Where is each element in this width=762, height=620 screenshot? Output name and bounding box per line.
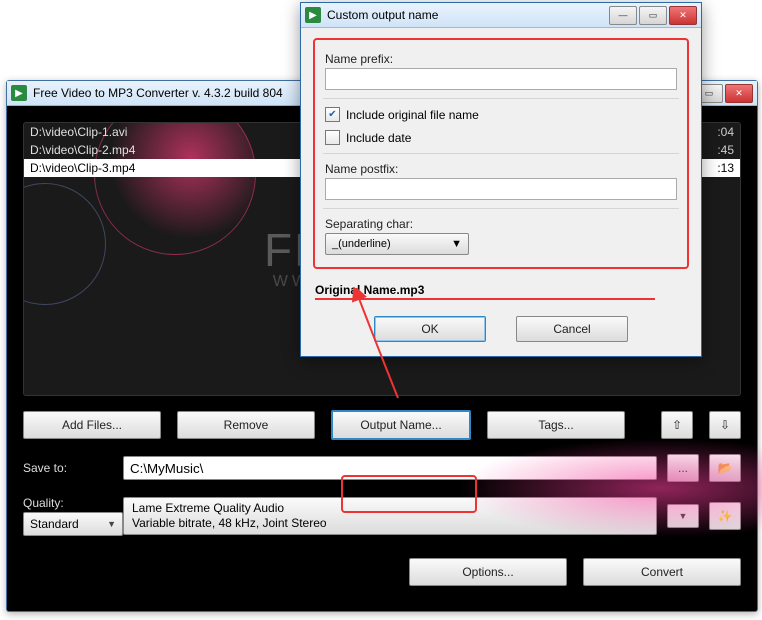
save-to-label: Save to: <box>23 461 113 475</box>
add-files-button[interactable]: Add Files... <box>23 411 161 439</box>
browse-button[interactable]: ... <box>667 454 699 482</box>
quality-label: Quality: <box>23 496 64 510</box>
quality-preset-select[interactable]: Standard▼ <box>23 512 123 536</box>
dialog-title: Custom output name <box>327 8 609 22</box>
remove-button[interactable]: Remove <box>177 411 315 439</box>
checkbox-icon: ✔ <box>325 107 340 122</box>
include-original-checkbox[interactable]: ✔ Include original file name <box>325 107 677 122</box>
output-name-preview: Original Name.mp3 <box>315 283 655 300</box>
save-to-input[interactable] <box>123 456 657 480</box>
convert-button[interactable]: Convert <box>583 558 741 586</box>
checkbox-icon <box>325 130 340 145</box>
name-prefix-input[interactable] <box>325 68 677 90</box>
dialog-maximize-button[interactable]: ▭ <box>639 6 667 25</box>
close-button[interactable]: ✕ <box>725 84 753 103</box>
options-button[interactable]: Options... <box>409 558 567 586</box>
output-name-button[interactable]: Output Name... <box>331 410 471 440</box>
open-folder-button[interactable]: 📂 <box>709 454 741 482</box>
dialog-options-frame: Name prefix: ✔ Include original file nam… <box>313 38 689 269</box>
separating-char-label: Separating char: <box>325 217 677 231</box>
separating-char-select[interactable]: _(underline)▼ <box>325 233 469 255</box>
dialog-titlebar: ▶ Custom output name — ▭ ✕ <box>301 3 701 28</box>
app-icon: ▶ <box>305 7 321 23</box>
custom-output-name-dialog: ▶ Custom output name — ▭ ✕ Name prefix: … <box>300 2 702 357</box>
name-postfix-label: Name postfix: <box>325 162 677 176</box>
name-postfix-input[interactable] <box>325 178 677 200</box>
cancel-button[interactable]: Cancel <box>516 316 628 342</box>
app-icon: ▶ <box>11 85 27 101</box>
dialog-minimize-button[interactable]: — <box>609 6 637 25</box>
quality-description[interactable]: Lame Extreme Quality Audio Variable bitr… <box>123 497 657 535</box>
move-up-button[interactable]: ⇧ <box>661 411 693 439</box>
quality-wand-button[interactable]: ✨ <box>709 502 741 530</box>
include-date-checkbox[interactable]: Include date <box>325 130 677 145</box>
tags-button[interactable]: Tags... <box>487 411 625 439</box>
move-down-button[interactable]: ⇩ <box>709 411 741 439</box>
ok-button[interactable]: OK <box>374 316 486 342</box>
dialog-close-button[interactable]: ✕ <box>669 6 697 25</box>
name-prefix-label: Name prefix: <box>325 52 677 66</box>
quality-dropdown-button[interactable]: ▼ <box>667 504 699 528</box>
